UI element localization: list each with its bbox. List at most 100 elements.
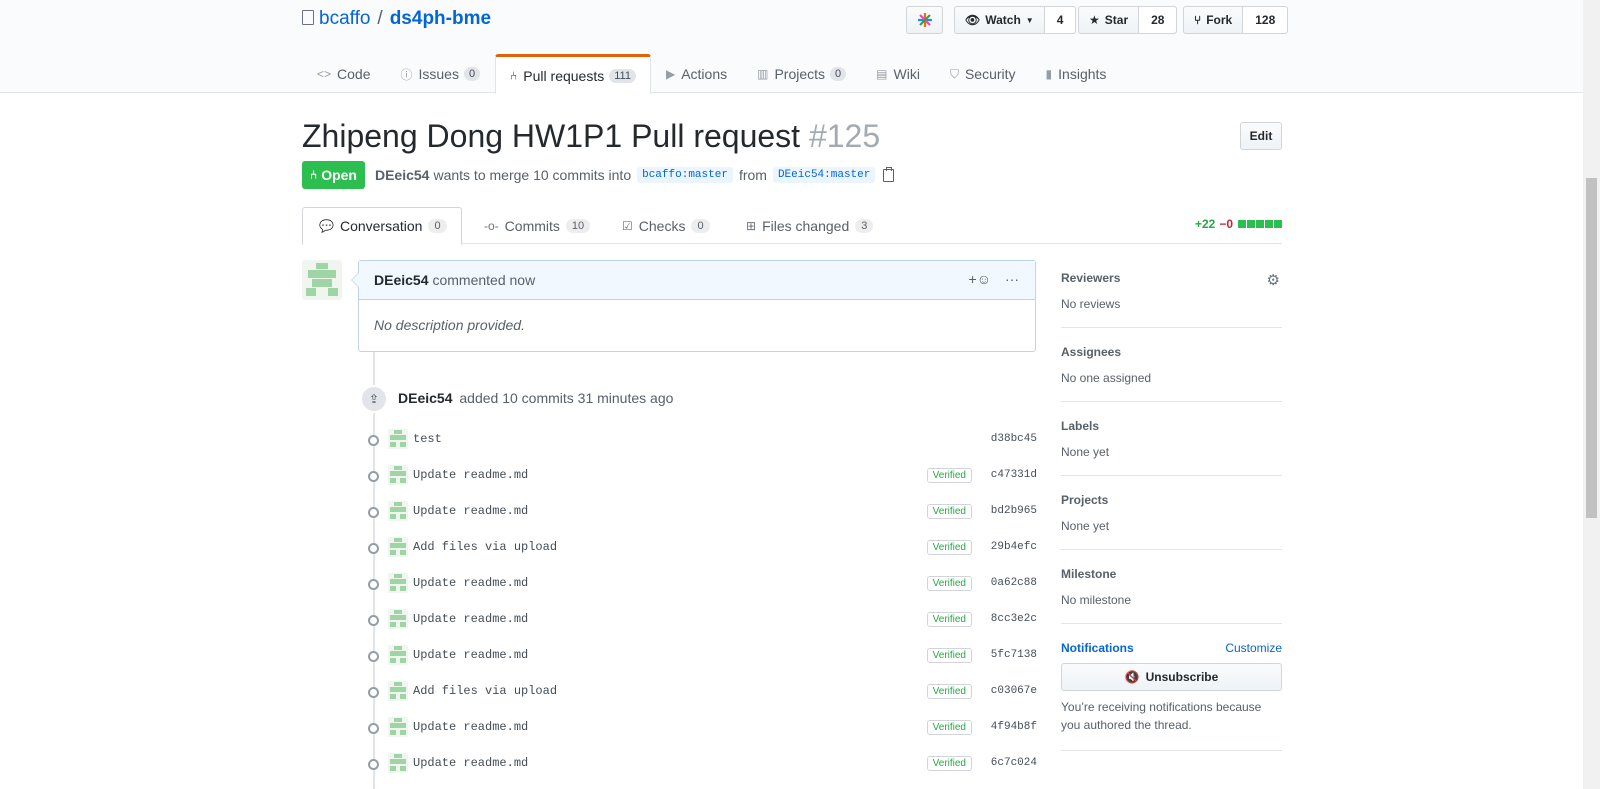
head-branch[interactable]: DEeic54:master [772, 167, 876, 183]
tab-conversation[interactable]: 💬 Conversation 0 [302, 207, 462, 245]
repo-owner-link[interactable]: bcaffo [319, 8, 370, 30]
tab-issues[interactable]: ⓘ Issues 0 [385, 54, 495, 93]
verified-badge[interactable]: Verified [926, 647, 972, 663]
watch-count[interactable]: 4 [1043, 7, 1076, 33]
commit-message[interactable]: Add files via upload [413, 684, 927, 698]
tab-counter: 3 [855, 219, 874, 233]
commit-sha[interactable]: 5fc7138 [989, 649, 1037, 661]
event-author[interactable]: DEeic54 [398, 390, 452, 406]
verified-badge[interactable]: Verified [926, 719, 972, 735]
commit-row[interactable]: test d38bc45 [362, 429, 1037, 449]
more-options-button[interactable]: ··· [1005, 271, 1019, 287]
edit-button[interactable]: Edit [1240, 122, 1282, 150]
commit-message[interactable]: Update readme.md [413, 756, 927, 770]
fork-button[interactable]: ⑂ Fork 128 [1183, 6, 1289, 34]
commit-row[interactable]: Update readme.md Verified 5fc7138 [362, 645, 1037, 665]
commit-row[interactable]: Update readme.md Verified 0a62c88 [362, 573, 1037, 593]
commit-avatar[interactable] [388, 717, 408, 737]
comment-icon: 💬 [319, 219, 334, 233]
commit-avatar[interactable] [388, 501, 408, 521]
sidebar-projects[interactable]: Projects None yet [1061, 493, 1282, 550]
commit-avatar[interactable] [388, 681, 408, 701]
commit-sha[interactable]: c03067e [989, 685, 1037, 697]
commit-message[interactable]: Update readme.md [413, 468, 927, 482]
commit-message[interactable]: Update readme.md [413, 720, 927, 734]
tab-actions[interactable]: ▶ Actions [651, 54, 742, 93]
sidebar-reviewers[interactable]: Reviewers ⚙ No reviews [1061, 271, 1282, 328]
verified-badge[interactable]: Verified [926, 683, 972, 699]
commit-avatar[interactable] [388, 753, 408, 773]
commit-sha[interactable]: 29b4efc [989, 541, 1037, 553]
git-commit-icon [362, 465, 388, 485]
commit-row[interactable]: Add files via upload Verified c03067e [362, 681, 1037, 701]
sidebar-heading: Projects [1061, 493, 1109, 507]
sidebar-assignees[interactable]: Assignees No one assigned [1061, 345, 1282, 402]
sidebar-labels[interactable]: Labels None yet [1061, 419, 1282, 476]
commit-avatar[interactable] [388, 465, 408, 485]
sidebar-milestone[interactable]: Milestone No milestone [1061, 567, 1282, 624]
unsubscribe-button[interactable]: 🔇 Unsubscribe [1061, 663, 1282, 691]
author-link[interactable]: DEeic54 [375, 167, 429, 183]
scrollbar-thumb[interactable] [1586, 178, 1597, 518]
verified-badge[interactable]: Verified [926, 467, 972, 483]
tab-files-changed[interactable]: ⊞ Files changed 3 [730, 207, 889, 245]
tab-security[interactable]: ⛉ Security [935, 54, 1031, 93]
verified-badge[interactable]: Verified [926, 755, 972, 771]
repo-icon [302, 9, 314, 25]
comment-author[interactable]: DEeic54 [374, 272, 428, 288]
tab-label: Pull requests [523, 67, 605, 84]
tab-wiki[interactable]: ▤ Wiki [861, 54, 935, 93]
verified-badge[interactable]: Verified [926, 503, 972, 519]
commit-sha[interactable]: bd2b965 [989, 505, 1037, 517]
commit-sha[interactable]: d38bc45 [989, 433, 1037, 445]
app-logo-button[interactable] [906, 6, 943, 34]
tab-counter: 10 [565, 219, 591, 233]
commit-row[interactable]: Update readme.md Verified c47331d [362, 465, 1037, 485]
verified-badge[interactable]: Verified [926, 611, 972, 627]
commit-sha[interactable]: 6c7c024 [989, 757, 1037, 769]
commit-avatar[interactable] [388, 573, 408, 593]
verified-badge[interactable]: Verified [926, 539, 972, 555]
tab-commits[interactable]: -o- Commits 10 [468, 207, 606, 245]
avatar[interactable] [302, 260, 342, 300]
notifications-heading: Notifications [1061, 641, 1134, 655]
clipboard-icon[interactable] [883, 166, 895, 182]
gear-icon[interactable]: ⚙ [1267, 271, 1280, 289]
commit-row[interactable]: Update readme.md Verified 6c7c024 [362, 753, 1037, 773]
commit-sha[interactable]: 0a62c88 [989, 577, 1037, 589]
commit-row[interactable]: Add files via upload Verified 29b4efc [362, 537, 1037, 557]
commit-message[interactable]: Update readme.md [413, 612, 927, 626]
commit-row[interactable]: Update readme.md Verified bd2b965 [362, 501, 1037, 521]
add-reaction-button[interactable]: +☺ [969, 271, 991, 287]
tab-code[interactable]: <> Code [302, 54, 385, 93]
commit-message[interactable]: test [413, 432, 989, 446]
commit-avatar[interactable] [388, 609, 408, 629]
verified-badge[interactable]: Verified [926, 575, 972, 591]
commit-row[interactable]: Update readme.md Verified 8cc3e2c [362, 609, 1037, 629]
commit-avatar[interactable] [388, 429, 408, 449]
watch-button[interactable]: 👁 Watch ▼ 4 [954, 6, 1077, 34]
commit-message[interactable]: Update readme.md [413, 648, 927, 662]
play-icon: ▶ [665, 67, 676, 81]
customize-link[interactable]: Customize [1225, 641, 1282, 655]
repo-name-link[interactable]: ds4ph-bme [390, 8, 491, 30]
tab-insights[interactable]: ▮ Insights [1031, 54, 1122, 93]
fork-count[interactable]: 128 [1242, 7, 1288, 33]
star-button[interactable]: ★ Star 28 [1078, 6, 1178, 34]
commit-message[interactable]: Add files via upload [413, 540, 927, 554]
scrollbar[interactable] [1583, 0, 1600, 789]
commit-sha[interactable]: 4f94b8f [989, 721, 1037, 733]
commit-message[interactable]: Update readme.md [413, 504, 927, 518]
tab-projects[interactable]: ▥ Projects 0 [742, 54, 861, 93]
comment-time[interactable]: commented now [432, 272, 535, 288]
commit-avatar[interactable] [388, 645, 408, 665]
tab-checks[interactable]: ☑ Checks 0 [606, 207, 726, 245]
base-branch[interactable]: bcaffo:master [637, 167, 733, 183]
commit-sha[interactable]: 8cc3e2c [989, 613, 1037, 625]
commit-avatar[interactable] [388, 537, 408, 557]
tab-pull-requests[interactable]: ⑃ Pull requests 111 [495, 54, 651, 94]
star-count[interactable]: 28 [1138, 7, 1177, 33]
commit-message[interactable]: Update readme.md [413, 576, 927, 590]
commit-row[interactable]: Update readme.md Verified 4f94b8f [362, 717, 1037, 737]
commit-sha[interactable]: c47331d [989, 469, 1037, 481]
